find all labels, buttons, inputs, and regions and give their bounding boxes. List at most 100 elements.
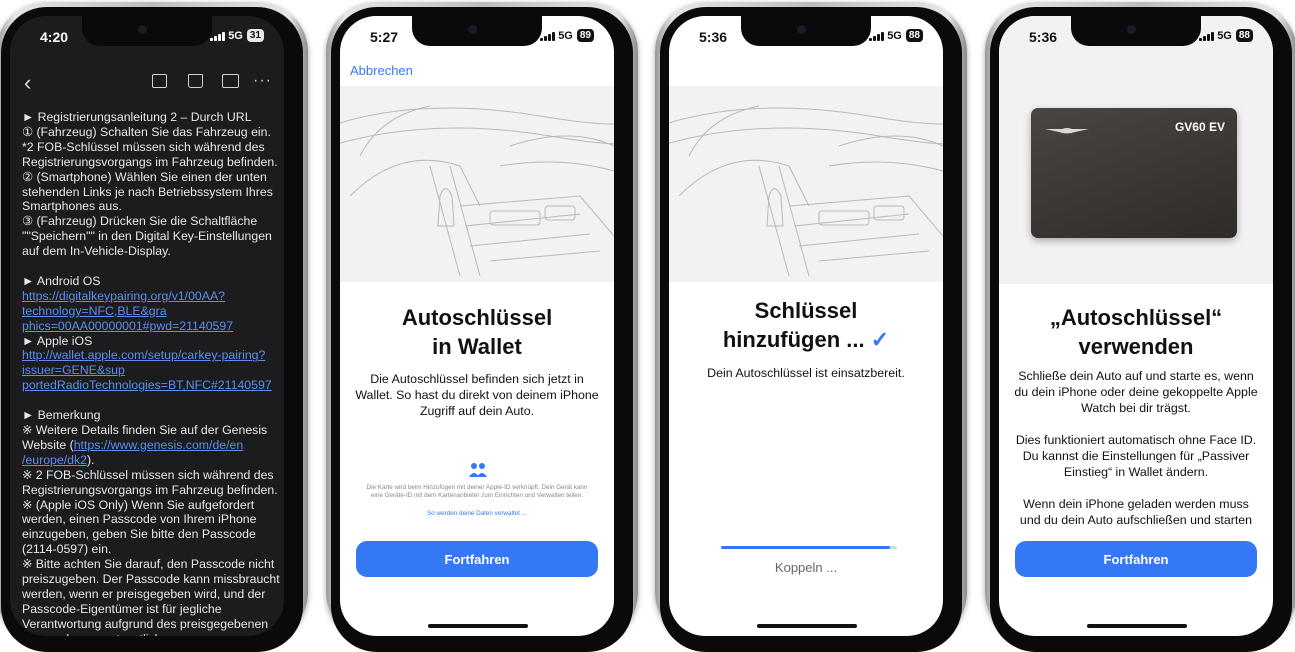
mail-link-line[interactable]: phics=00AA00000001#pwd=21140597 <box>22 319 276 334</box>
mail-text: Verantwortung aufgrund des preisgegebene… <box>22 616 269 631</box>
mail-text-line: Registrierungsvorgangs im Fahrzeug befin… <box>22 482 278 498</box>
wallet-description: Die Autoschlüssel befinden sich jetzt in… <box>355 372 599 418</box>
mail-link-line[interactable]: http://wallet.apple.com/setup/carkey-pai… <box>22 348 276 363</box>
mail-link[interactable]: http://wallet.apple.com/setup/carkey-pai… <box>22 348 265 362</box>
title-text: hinzufügen ... <box>722 327 865 352</box>
battery-icon: 88 <box>905 29 923 42</box>
privacy-link[interactable]: So werden deine Daten verwaltet ... <box>364 510 590 518</box>
mail-text: ③ (Fahrzeug) Drücken Sie die Schaltfläch… <box>22 214 258 229</box>
mail-link-line[interactable]: https://digitalkeypairing.org/v1/00AA? <box>22 289 276 304</box>
title-line-1: Schlüssel <box>754 298 858 323</box>
mail-text-line: ► Bemerkung <box>22 408 276 423</box>
trash-icon[interactable] <box>188 74 203 88</box>
mail-text-line: ► Registrierungsanleitung 2 – Durch URL <box>22 110 276 125</box>
mail-text-line: auf dem In-Vehicle-Display. <box>22 244 276 259</box>
status-time: 5:36 <box>1029 29 1058 45</box>
mail-text-line: *2 FOB-Schlüssel müssen sich während des <box>22 140 276 155</box>
more-icon[interactable]: ··· <box>253 72 272 90</box>
battery-icon: 88 <box>1235 29 1253 42</box>
mail-text-line: ► Android OS <box>22 274 276 289</box>
mail-text: ※ 2 FOB-Schlüssel müssen sich während de… <box>22 467 274 482</box>
add-key-screen: 5:36 5G 88 Schlüssel hinzufügen ... ✓ De… <box>669 16 943 636</box>
mail-link-line[interactable]: /europe/dk2). <box>22 453 276 468</box>
mail-link[interactable]: https://www.genesis.com/de/en <box>74 438 244 452</box>
back-chevron-icon[interactable]: ‹ <box>24 70 31 96</box>
network-label: 5G <box>228 29 243 42</box>
mail-link[interactable]: portedRadioTechnologies=BT,NFC#21140597 <box>22 378 272 392</box>
mail-text: auf dem In-Vehicle-Display. <box>22 244 171 259</box>
pairing-label: Koppeln ... <box>774 560 838 575</box>
mail-text-line: preiszugeben. Der Passcode kann missbrau… <box>22 572 280 587</box>
paragraph-1: Schließe dein Auto auf und starte es, we… <box>1014 369 1258 415</box>
mail-text-line: ""Speichern"" in den Digital Key-Einstel… <box>22 229 276 244</box>
use-key-screen: 5:36 5G 88 GV60 EV „Autoschlüssel“ verwe… <box>999 16 1273 636</box>
paragraph-2: Dies funktioniert automatisch ohne Face … <box>1015 433 1257 479</box>
signal-icon <box>210 31 225 41</box>
mail-text-line: ① (Fahrzeug) Schalten Sie das Fahrzeug e… <box>22 125 276 140</box>
status-bar: 5:27 5G 89 <box>340 26 614 48</box>
mail-text: ② (Smartphone) Wählen Sie einen der unte… <box>22 169 267 184</box>
mail-link[interactable]: https://digitalkeypairing.org/v1/00AA? <box>22 289 225 303</box>
mail-text-line: ※ Weitere Details finden Sie auf der Gen… <box>22 423 276 438</box>
continue-button[interactable]: Fortfahren <box>1015 541 1257 577</box>
mail-link[interactable]: issuer=GENE&sup <box>22 363 125 377</box>
add-key-title: Schlüssel hinzufügen ... ✓ <box>669 296 943 354</box>
wallet-title: Autoschlüssel in Wallet <box>340 303 614 361</box>
envelope-icon[interactable] <box>222 74 239 88</box>
paragraph-3: Wenn dein iPhone geladen werden muss und… <box>1019 497 1253 527</box>
mail-text: ► Bemerkung <box>22 408 101 423</box>
mail-link[interactable]: phics=00AA00000001#pwd=21140597 <box>22 319 233 333</box>
mail-link-line[interactable]: portedRadioTechnologies=BT,NFC#21140597 <box>22 378 276 393</box>
genesis-logo-icon <box>1045 122 1089 134</box>
car-key-card[interactable]: GV60 EV <box>1031 108 1237 238</box>
wallet-intro-screen: 5:27 5G 89 Abbrechen Autoschlüssel in Wa… <box>340 16 614 636</box>
mail-text: (2114-0597) ein. <box>22 542 112 557</box>
mail-text: Registrierungsvorgangs im Fahrzeug befin… <box>22 482 278 497</box>
status-time: 5:36 <box>699 29 728 45</box>
battery-icon: 31 <box>246 29 264 42</box>
mail-text: ※ (Apple iOS Only) Wenn Sie aufgefordert <box>22 497 255 512</box>
mail-body: ► Registrierungsanleitung 2 – Durch URL ①… <box>22 110 280 636</box>
mail-text-line: Verantwortung aufgrund des preisgegebene… <box>22 617 276 632</box>
home-indicator <box>428 624 528 628</box>
mail-text: Registrierungsvorgangs im Fahrzeug befin… <box>22 154 278 169</box>
mail-text: stehenden Links je nach Betriebssystem I… <box>22 184 273 199</box>
mail-text-line: Smartphones aus. <box>22 199 276 214</box>
status-bar: 5:36 5G 88 <box>669 26 943 48</box>
card-model-label: GV60 EV <box>1174 120 1225 134</box>
mail-text-line: ② (Smartphone) Wählen Sie einen der unte… <box>22 170 276 185</box>
mail-text: *2 FOB-Schlüssel müssen sich während des <box>22 139 265 154</box>
mail-link-line[interactable]: issuer=GENE&sup <box>22 363 276 378</box>
status-bar: 5:36 5G 88 <box>999 26 1273 48</box>
car-interior-illustration <box>340 86 614 282</box>
mail-text-line: werden, einen Passcode von Ihrem iPhone <box>22 512 276 527</box>
title-line-2: verwenden <box>1078 334 1194 359</box>
phone-frame-2: 5:27 5G 89 Abbrechen Autoschlüssel in Wa… <box>326 2 638 652</box>
signal-icon <box>869 31 884 41</box>
mail-link[interactable]: technology=NFC,BLE&gra <box>22 304 167 318</box>
mail-text-line: ※ (Apple iOS Only) Wenn Sie aufgefordert <box>22 498 276 513</box>
mail-text: ※ Weitere Details finden Sie auf der Gen… <box>22 423 268 437</box>
mail-text-line: ※ 2 FOB-Schlüssel müssen sich während de… <box>22 468 276 483</box>
mail-text-line: werden, wenn er preisgegeben wird, und d… <box>22 587 276 602</box>
network-label: 5G <box>1217 29 1232 42</box>
continue-button[interactable]: Fortfahren <box>356 541 598 577</box>
mail-link-line[interactable]: technology=NFC,BLE&gra <box>22 304 276 319</box>
progress-fill <box>721 546 890 549</box>
mail-text: ► Registrierungsanleitung 2 – Durch URL <box>22 110 252 124</box>
archive-icon[interactable] <box>152 74 167 88</box>
mail-link[interactable]: /europe/dk2 <box>22 453 87 467</box>
mail-text-line: Passcode-Eigentümer ist für jegliche <box>22 602 276 617</box>
privacy-note: Die Karte wird beim Hinzufügen mit deine… <box>366 484 588 499</box>
status-time: 4:20 <box>40 29 69 45</box>
mail-screen: 4:20 5G 31 ‹ ··· ► Registrierungsanleitu… <box>10 16 284 636</box>
mail-text-line: Registrierungsvorgangs im Fahrzeug befin… <box>22 154 278 170</box>
use-key-text-scroll[interactable]: Schließe dein Auto auf und starte es, we… <box>999 368 1273 528</box>
ready-message: Dein Autoschlüssel ist einsatzbereit. <box>707 366 905 380</box>
mail-text: werden, wenn er preisgegeben wird, und d… <box>22 586 266 601</box>
car-interior-illustration <box>669 86 943 282</box>
battery-icon: 89 <box>576 29 594 42</box>
cancel-link[interactable]: Abbrechen <box>350 63 413 78</box>
status-time: 5:27 <box>370 29 399 45</box>
